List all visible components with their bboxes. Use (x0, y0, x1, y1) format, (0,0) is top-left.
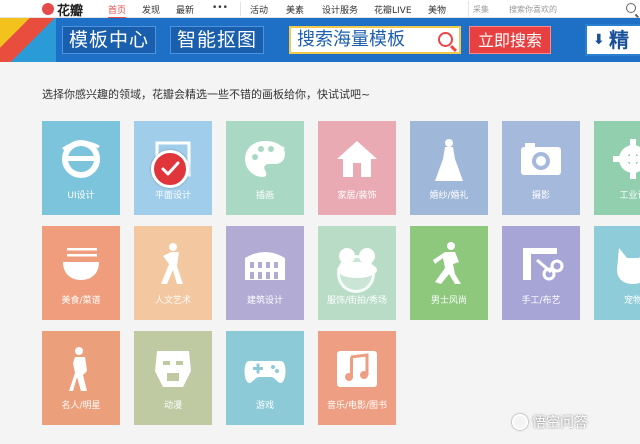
nav-meisu[interactable]: 美素 (286, 3, 304, 16)
template-center-chip[interactable]: 模板中心 (62, 26, 157, 54)
category-label: 音乐/电影/图书 (326, 401, 388, 411)
scissors-icon (523, 248, 564, 281)
banner-search-icon (438, 32, 453, 47)
search-now-button[interactable]: 立即搜索 (469, 26, 551, 54)
palette-icon (245, 141, 285, 177)
category-label: 名人/明星 (61, 401, 101, 411)
selected-check-icon[interactable] (151, 150, 189, 188)
category-label: 宠物 (623, 296, 640, 306)
category-tile[interactable]: 美食/菜谱 (42, 226, 120, 320)
runner-icon (433, 242, 461, 284)
banner-search-box[interactable]: 搜索海量模板 (289, 26, 461, 54)
huaban-logo[interactable]: 花瓣 (42, 1, 84, 19)
category-label: 美食/菜谱 (61, 296, 101, 306)
wukong-icon (512, 414, 528, 430)
category-tile[interactable]: 名人/明星 (42, 331, 120, 425)
top-search[interactable]: 采集 搜索你喜欢的 (468, 1, 640, 17)
category-label: 服饰/街拍/秀场 (326, 296, 388, 306)
category-tile[interactable]: 手工/布艺 (502, 226, 580, 320)
watermark: 悟空问答 (512, 412, 588, 432)
nav-design-service[interactable]: 设计服务 (322, 3, 358, 16)
category-tile[interactable]: 人文艺术 (134, 226, 212, 320)
hover-ring-icon (337, 255, 375, 293)
logo-text: 花瓣 (57, 3, 84, 19)
category-tile[interactable]: 游戏 (226, 331, 304, 425)
category-label: 男士风尚 (430, 296, 467, 306)
category-label: 平面设计 (154, 191, 191, 201)
watermark-text: 悟空问答 (532, 415, 588, 431)
category-tile[interactable]: 工业设 (594, 121, 640, 215)
nav-more[interactable]: ••• (212, 3, 228, 13)
house-icon (337, 141, 377, 177)
category-label: 家居/装饰 (337, 191, 377, 201)
nav-latest[interactable]: 最新 (176, 3, 194, 16)
category-tile[interactable]: 动漫 (134, 331, 212, 425)
gear-icon (613, 139, 640, 179)
category-label: 工业设 (619, 191, 640, 201)
download-chip[interactable]: 精 (585, 24, 640, 56)
nav-home[interactable]: 首页 (108, 3, 127, 19)
music-icon (337, 351, 377, 387)
category-label: UI设计 (67, 191, 95, 201)
category-label: 摄影 (531, 191, 550, 201)
dancer-icon (161, 243, 183, 284)
pet-icon (617, 248, 640, 284)
nav-discover[interactable]: 发现 (142, 3, 160, 16)
category-label: 婚纱/婚礼 (429, 191, 469, 201)
colosseum-icon (245, 252, 285, 280)
top-nav: 花瓣 首页 发现 最新 ••• 活动 美素 设计服务 花瓣LIVE 美物 采集 … (0, 0, 640, 19)
nav-events[interactable]: 活动 (250, 3, 268, 16)
promo-banner[interactable]: 模板中心 智能抠图 搜索海量模板 立即搜索 精 (0, 18, 640, 62)
category-tile[interactable]: 家居/装饰 (318, 121, 396, 215)
category-label: 人文艺术 (154, 296, 191, 306)
singer-icon (69, 347, 87, 391)
bowl-icon (63, 248, 99, 280)
smart-cutout-chip[interactable]: 智能抠图 (170, 26, 265, 54)
bride-icon (435, 139, 463, 181)
category-label: 游戏 (255, 401, 274, 411)
category-tile[interactable]: 男士风尚 (410, 226, 488, 320)
camera-icon (521, 143, 561, 175)
intro-text: 选择你感兴趣的领域，花瓣会精选一些不错的画板给你，快试试吧~ (42, 88, 371, 101)
category-tile[interactable]: 摄影 (502, 121, 580, 215)
category-tile[interactable]: 音乐/电影/图书 (318, 331, 396, 425)
search-category[interactable]: 采集 (473, 4, 489, 15)
logo-icon (42, 3, 54, 15)
category-label: 手工/布艺 (521, 296, 561, 306)
robot-icon (155, 351, 191, 387)
nav-huaban-live[interactable]: 花瓣LIVE (374, 3, 412, 16)
category-tile[interactable]: 建筑设计 (226, 226, 304, 320)
nav-divider (240, 2, 241, 16)
banner-search-text: 搜索海量模板 (297, 29, 405, 50)
category-tile[interactable]: 插画 (226, 121, 304, 215)
search-icon[interactable] (626, 3, 636, 13)
category-tile[interactable]: UI设计 (42, 121, 120, 215)
category-label: 动漫 (163, 401, 182, 411)
ie-icon (62, 140, 100, 178)
nav-meiwu[interactable]: 美物 (428, 3, 446, 16)
search-input[interactable]: 搜索你喜欢的 (509, 4, 557, 15)
category-tile[interactable]: 宠物 (594, 226, 640, 320)
category-label: 插画 (255, 191, 274, 201)
category-label: 建筑设计 (246, 296, 283, 306)
gamepad-icon (244, 361, 286, 383)
category-tile[interactable]: 婚纱/婚礼 (410, 121, 488, 215)
banner-art (0, 18, 56, 62)
